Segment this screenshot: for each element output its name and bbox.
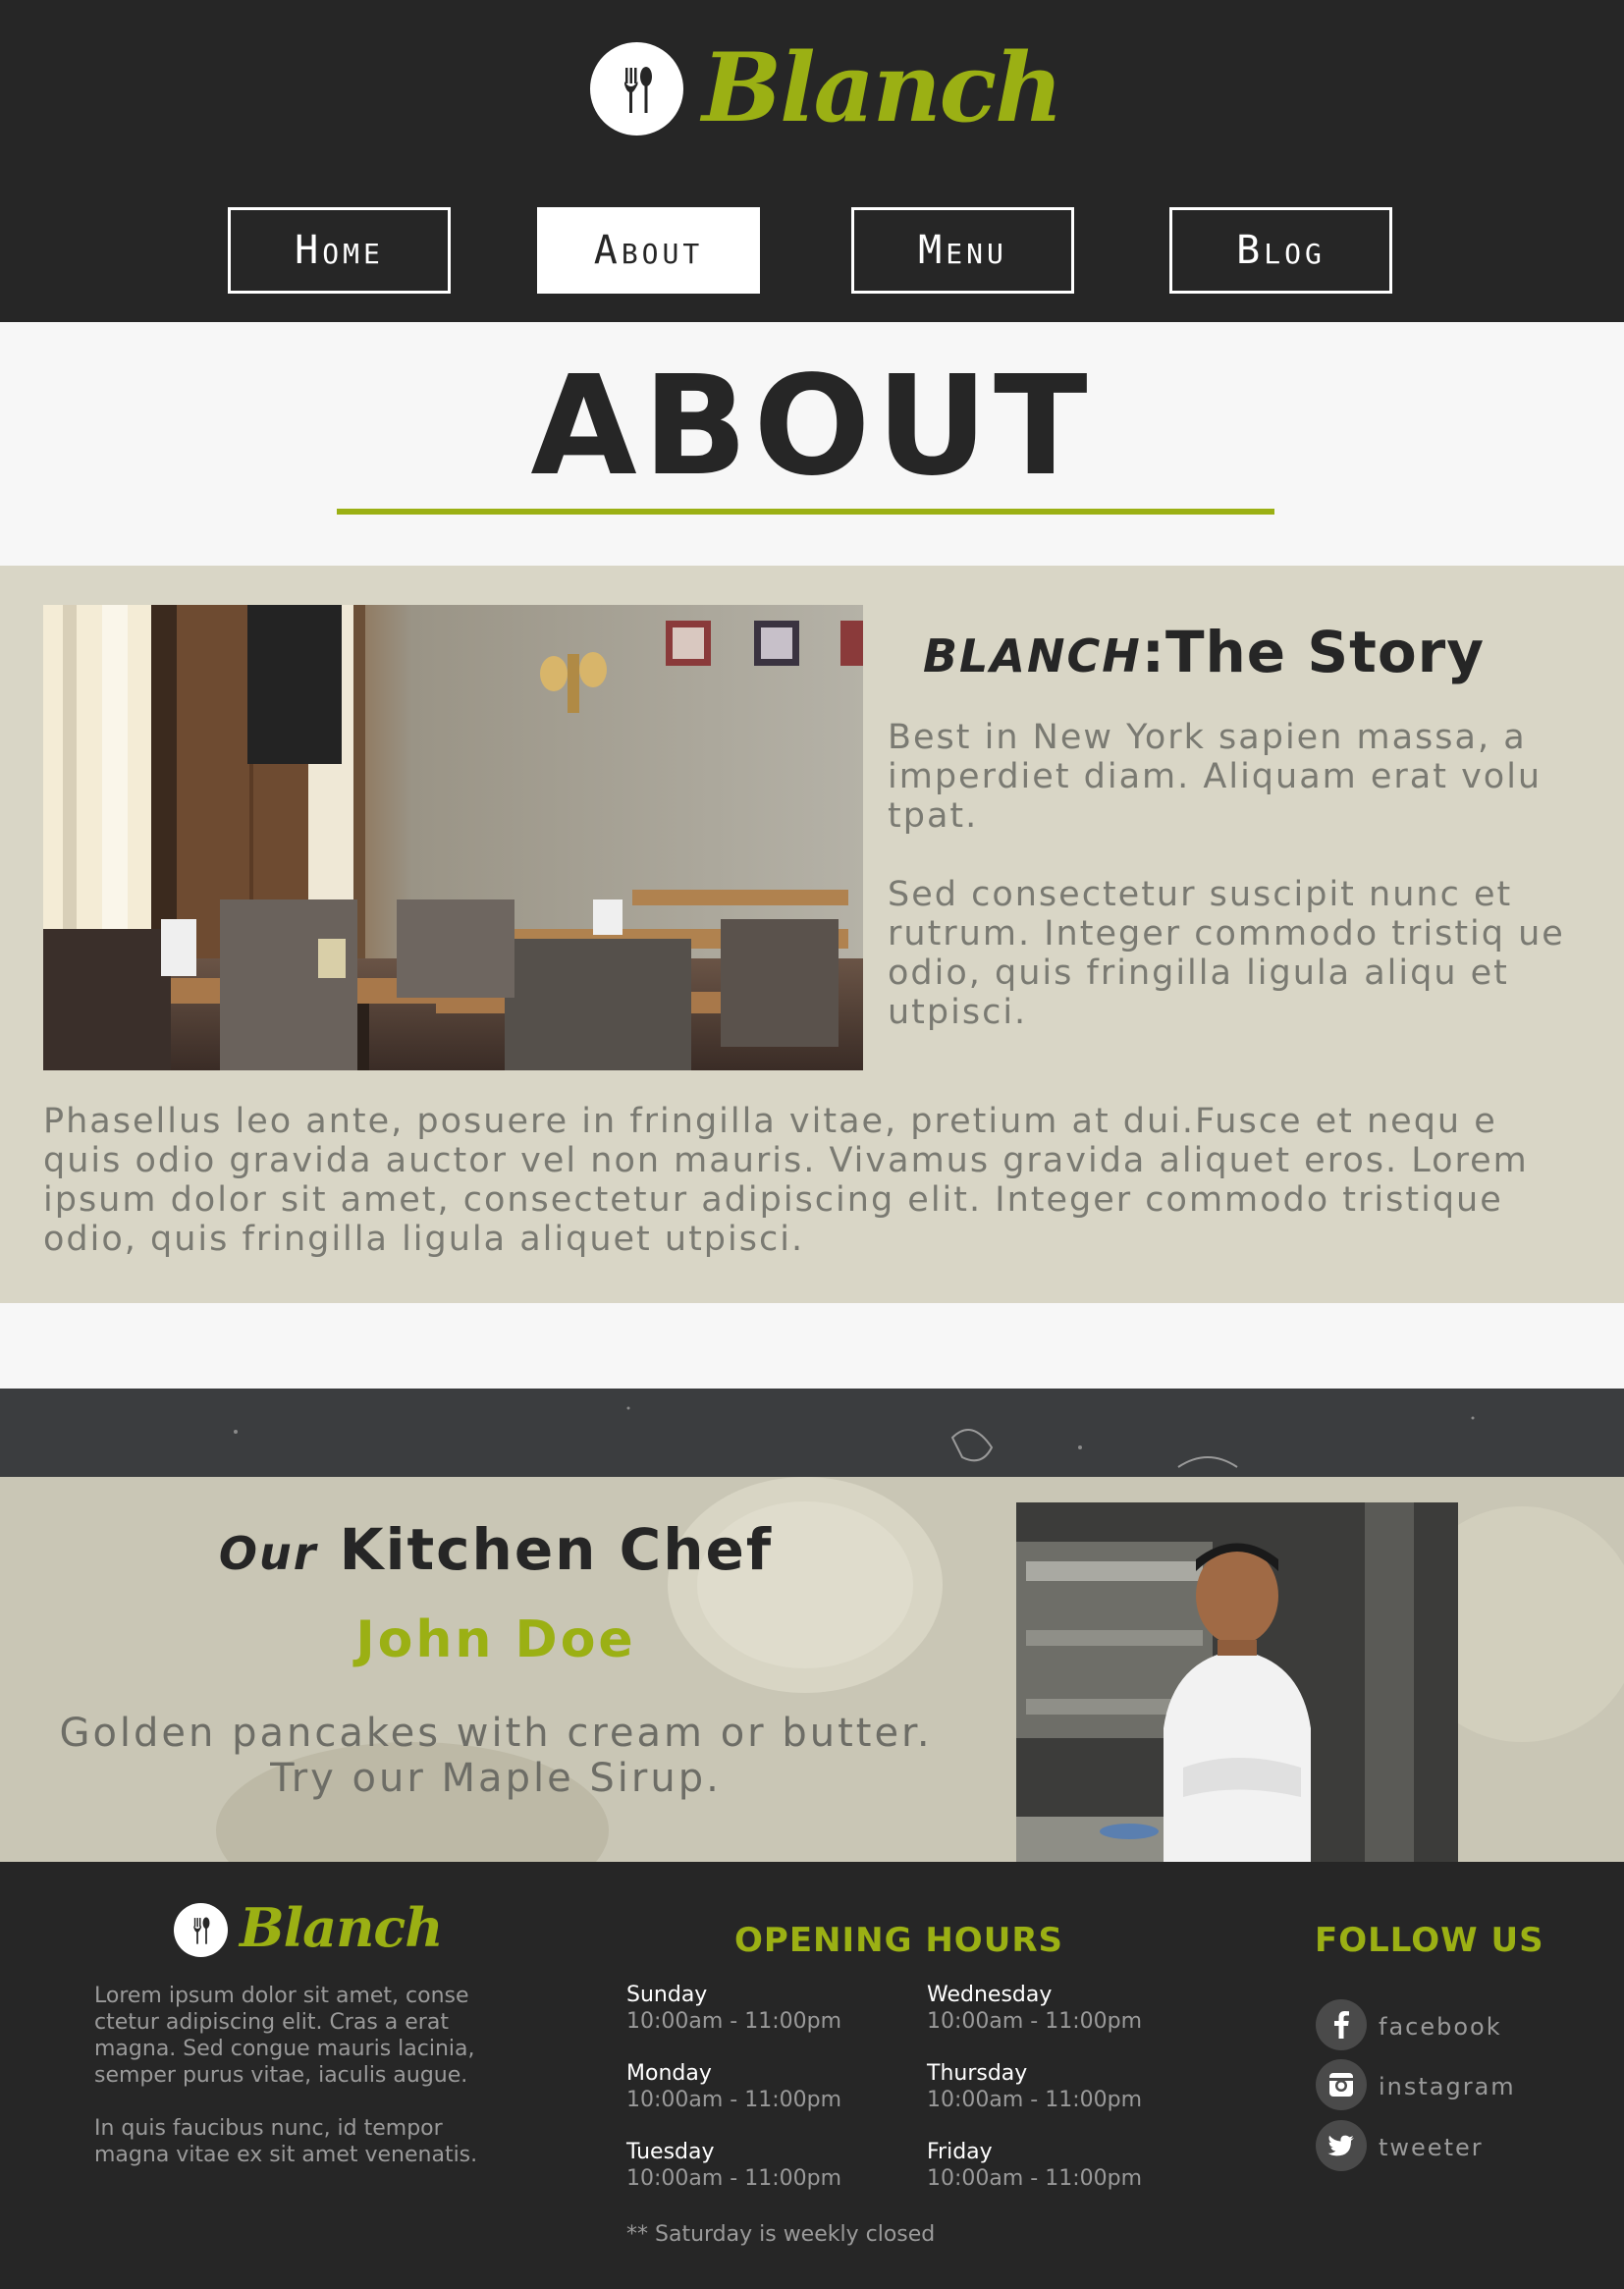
hours-item-thursday: Thursday 10:00am - 11:00pm xyxy=(927,2060,1202,2113)
chef-photo xyxy=(1016,1502,1458,1862)
restaurant-interior-image xyxy=(43,605,863,1070)
instagram-icon xyxy=(1316,2059,1367,2110)
story-heading-brand: BLANCH xyxy=(923,629,1142,682)
hours-day: Thursday xyxy=(927,2061,1028,2086)
story-paragraph-3: Phasellus leo ante, posuere in fringilla… xyxy=(43,1102,1529,1259)
story-heading-separator: : xyxy=(1141,619,1165,685)
chef-description-line-2: Try our Maple Sirup. xyxy=(270,1756,722,1801)
hours-item-friday: Friday 10:00am - 11:00pm xyxy=(927,2139,1202,2192)
hours-time: 10:00am - 11:00pm xyxy=(626,2009,842,2034)
chef-heading-prefix: Our xyxy=(218,1527,318,1580)
footer-about-text: Lorem ipsum dolor sit amet, conse ctetur… xyxy=(94,1983,507,2168)
hours-time: 10:00am - 11:00pm xyxy=(626,2166,842,2191)
nav-menu-button[interactable]: Menu xyxy=(851,207,1074,294)
nav-home-button[interactable]: Home xyxy=(228,207,451,294)
footer-about-paragraph-2: In quis faucibus nunc, id tempor magna v… xyxy=(94,2116,478,2167)
page-title: ABOUT xyxy=(530,347,1094,507)
hours-time: 10:00am - 11:00pm xyxy=(927,2009,1143,2034)
chalkboard-band xyxy=(0,1389,1624,1477)
site-footer: Blanch Lorem ipsum dolor sit amet, conse… xyxy=(0,1862,1624,2289)
hours-time: 10:00am - 11:00pm xyxy=(626,2088,842,2112)
site-header: Blanch Home About Menu Blog xyxy=(0,0,1624,322)
hours-time: 10:00am - 11:00pm xyxy=(927,2166,1143,2191)
hours-item-sunday: Sunday 10:00am - 11:00pm xyxy=(626,1982,901,2035)
hours-day: Friday xyxy=(927,2140,993,2164)
title-underline xyxy=(337,509,1274,515)
footer-about-paragraph-1: Lorem ipsum dolor sit amet, conse ctetur… xyxy=(94,1984,475,2088)
chef-heading: Our Kitchen Chef xyxy=(0,1516,992,1583)
hours-note: ** Saturday is weekly closed xyxy=(626,2222,936,2247)
hours-item-wednesday: Wednesday 10:00am - 11:00pm xyxy=(927,1982,1202,2035)
hours-day: Monday xyxy=(626,2061,712,2086)
hours-day: Tuesday xyxy=(626,2140,715,2164)
chef-heading-title: Kitchen Chef xyxy=(339,1516,774,1583)
story-section: BLANCH:The Story Best in New York sapien… xyxy=(0,566,1624,1303)
social-label: tweeter xyxy=(1379,2134,1484,2161)
social-label: instagram xyxy=(1379,2073,1516,2100)
nav-about-button[interactable]: About xyxy=(537,207,760,294)
social-label: facebook xyxy=(1379,2013,1502,2041)
story-heading: BLANCH:The Story xyxy=(923,619,1485,685)
nav-blog-button[interactable]: Blog xyxy=(1169,207,1392,294)
hours-item-tuesday: Tuesday 10:00am - 11:00pm xyxy=(626,2139,901,2192)
hours-day: Sunday xyxy=(626,1983,708,2007)
opening-hours-heading: OPENING HOURS xyxy=(734,1921,1063,1960)
story-paragraph-1: Best in New York sapien massa, a imperdi… xyxy=(888,718,1543,836)
hours-item-monday: Monday 10:00am - 11:00pm xyxy=(626,2060,901,2113)
chef-description: Golden pancakes with cream or butter. Tr… xyxy=(0,1711,992,1801)
footer-fork-spoon-icon[interactable] xyxy=(174,1903,228,1957)
hours-time: 10:00am - 11:00pm xyxy=(927,2088,1143,2112)
chef-section: Our Kitchen Chef John Doe Golden pancake… xyxy=(0,1477,1624,1862)
facebook-icon xyxy=(1316,1999,1367,2050)
twitter-icon xyxy=(1316,2120,1367,2171)
footer-brand-logo-text[interactable]: Blanch xyxy=(240,1893,444,1962)
story-heading-title: The Story xyxy=(1164,619,1486,685)
brand-logo-text[interactable]: Blanch xyxy=(702,20,1063,157)
chef-description-line-1: Golden pancakes with cream or butter. xyxy=(59,1711,933,1756)
fork-spoon-icon[interactable] xyxy=(590,42,683,136)
follow-us-heading: FOLLOW US xyxy=(1315,1921,1544,1960)
hours-day: Wednesday xyxy=(927,1983,1053,2007)
story-paragraph-2: Sed consectetur suscipit nunc et rutrum.… xyxy=(888,875,1565,1032)
chef-name: John Doe xyxy=(355,1610,636,1669)
